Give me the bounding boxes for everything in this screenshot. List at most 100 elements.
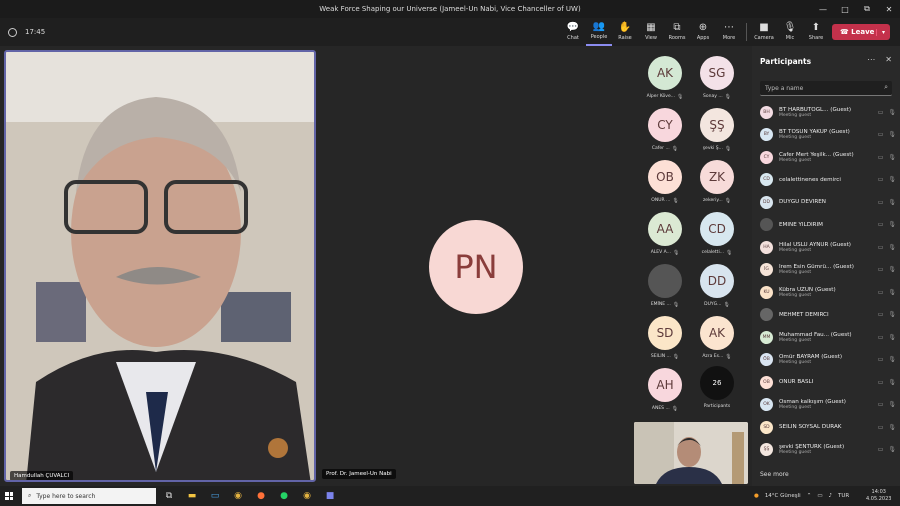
- file-explorer-icon[interactable]: ▬: [183, 488, 201, 504]
- camera-off-icon: ▭: [877, 221, 884, 228]
- shield-icon: [8, 27, 17, 37]
- self-view-video[interactable]: [634, 422, 748, 484]
- search-icon: ⌕: [884, 83, 888, 91]
- toolbar-mic-button[interactable]: 🎙 Mic: [777, 18, 803, 46]
- toolbar-rooms-button[interactable]: ⧉ Rooms: [664, 18, 690, 46]
- toolbar-more-button[interactable]: ⋯ More: [716, 18, 742, 46]
- close-icon[interactable]: ✕: [885, 55, 892, 64]
- participant-label: Cafer ... 🎙: [652, 146, 678, 152]
- participant-role: Meeting guest: [779, 450, 812, 455]
- minimize-button[interactable]: —: [812, 0, 834, 18]
- chrome-icon[interactable]: ◉: [229, 488, 247, 504]
- participant-search-input[interactable]: Type a name ⌕: [760, 81, 892, 96]
- participant-name: SEILIN SOYSAL DURAK: [779, 424, 842, 430]
- participant-tile[interactable]: AH ANES ... 🎙: [642, 368, 688, 418]
- toolbar-label: Chat: [567, 35, 579, 41]
- participant-name: şevki Ş...: [702, 146, 723, 151]
- mic-off-icon: 🎙: [888, 423, 896, 431]
- participant-row[interactable]: BH BT HARBUTOGL... (Guest) Meeting guest ▭ 🎙: [760, 102, 896, 122]
- participant-tile[interactable]: ŞŞ şevki Ş... 🎙: [694, 108, 740, 158]
- participant-name: ALEV A...: [650, 250, 671, 255]
- participant-row[interactable]: CD celalettinenes demirci ▭ 🎙: [760, 170, 896, 190]
- participant-row[interactable]: BY BT TOSUN YAKUP (Guest) Meeting guest ▭ 🎙: [760, 125, 896, 145]
- taskbar-clock[interactable]: 14:03 4.05.2023: [866, 489, 891, 503]
- camera-off-icon: ▭: [877, 243, 884, 251]
- mic-off-icon: 🎙: [677, 94, 684, 100]
- windows-icon: [5, 492, 13, 500]
- avatar: DD: [760, 195, 773, 209]
- weather-text[interactable]: 14°C Güneşli: [765, 493, 801, 499]
- participant-tile[interactable]: DD DUYG... 🎙: [694, 264, 740, 314]
- participant-row[interactable]: HA Hilal USLU AYNUR (Guest) Meeting guest ▭…: [760, 237, 896, 257]
- participant-row[interactable]: DD DUYGU DEVİREN ▭ 🎙: [760, 192, 896, 212]
- participant-name: EMİNE YILDIRIM: [779, 221, 824, 228]
- task-view-icon[interactable]: ⧉: [160, 488, 178, 504]
- more-options-icon[interactable]: ⋯: [867, 55, 875, 64]
- participant-tile[interactable]: AA ALEV A... 🎙: [642, 212, 688, 262]
- participant-row[interactable]: CY Cafer Mert Yeşilk... (Guest) Meeting gu…: [760, 147, 896, 167]
- language-indicator[interactable]: TUR: [838, 493, 849, 499]
- participant-row[interactable]: SD SEILIN SOYSAL DURAK ▭ 🎙: [760, 417, 896, 437]
- participant-tile[interactable]: AK Azra Es... 🎙: [694, 316, 740, 366]
- toolbar-raise-button[interactable]: ✋ Raise: [612, 18, 638, 46]
- participant-row[interactable]: OB ONUR BASLI ▭ 🎙: [760, 372, 896, 392]
- mic-off-icon: 🎙: [671, 146, 679, 152]
- participant-tile[interactable]: EMİNE ... 🎙: [642, 264, 688, 314]
- participant-info: şevki ŞENTÜRK (Guest) Meeting guest: [779, 444, 878, 455]
- self-view-image: [634, 422, 748, 484]
- chrome-icon-2[interactable]: ◉: [298, 488, 316, 504]
- participant-tile[interactable]: OB ONUR ... 🎙: [642, 160, 688, 210]
- chevron-down-icon[interactable]: ▾: [876, 28, 890, 36]
- participant-row[interactable]: ÖB Ömür BAYRAM (Guest) Meeting guest ▭ 🎙: [760, 350, 896, 370]
- avatar: AH: [648, 368, 682, 402]
- maximize-button[interactable]: □: [834, 0, 856, 18]
- toolbar-apps-button[interactable]: ⊕ Apps: [690, 18, 716, 46]
- video-stage: Hamdullah ÇUVALCI PN Prof. Dr. Jameel-Un…: [0, 46, 752, 486]
- toolbar-view-button[interactable]: ▦ View: [638, 18, 664, 46]
- participant-tile[interactable]: AK Alper Köve... 🎙: [642, 56, 688, 106]
- toolbar-share-button[interactable]: ⬆ Share: [803, 18, 829, 46]
- participant-row[interactable]: KU Kübra UZUN (Guest) Meeting guest ▭ 🎙: [760, 282, 896, 302]
- teams-icon[interactable]: ■: [321, 488, 339, 504]
- participant-row[interactable]: EMİNE YILDIRIM ▭ 🎙: [760, 215, 896, 235]
- participant-status-icons: ▭ 🎙: [878, 424, 896, 431]
- participant-row[interactable]: ŞŞ şevki ŞENTÜRK (Guest) Meeting guest ▭ 🎙: [760, 440, 896, 460]
- participant-tile[interactable]: CD celaletti... 🎙: [694, 212, 740, 262]
- leave-button[interactable]: ☎ Leave ▾: [832, 24, 890, 40]
- participant-tile[interactable]: SG Sonay ... 🎙: [694, 56, 740, 106]
- toolbar-chat-button[interactable]: 💬 Chat: [560, 18, 586, 46]
- more-participants-tile[interactable]: 26 Participants: [694, 366, 740, 416]
- restore-button[interactable]: ⧉: [856, 0, 878, 18]
- share-icon: ⬆: [811, 22, 821, 33]
- taskbar-search[interactable]: ⌕ Type here to search: [22, 488, 156, 504]
- chevron-up-icon[interactable]: ⌃: [807, 493, 812, 499]
- timer-text: 17:45: [25, 28, 46, 36]
- close-button[interactable]: ✕: [878, 0, 900, 18]
- firefox-icon[interactable]: ●: [252, 488, 270, 504]
- speaker-video-tile[interactable]: Hamdullah ÇUVALCI: [4, 50, 316, 482]
- start-button[interactable]: [0, 486, 18, 506]
- network-icon[interactable]: ▭: [817, 493, 822, 499]
- toolbar-people-button[interactable]: 👥 People: [586, 18, 612, 46]
- chat-icon: 💬: [566, 22, 580, 33]
- avatar: AK: [648, 56, 682, 90]
- see-more-link[interactable]: See more: [760, 471, 789, 478]
- participant-row[interactable]: MEHMET DEMİRCİ ▭ 🎙: [760, 305, 896, 325]
- mic-off-icon: 🎙: [888, 221, 896, 228]
- participant-status-icons: ▭ 🎙: [878, 266, 896, 273]
- participant-tile[interactable]: CY Cafer ... 🎙: [642, 108, 688, 158]
- whatsapp-icon[interactable]: ●: [275, 488, 293, 504]
- participant-status-icons: ▭ 🎙: [878, 446, 896, 453]
- toolbar-camera-button[interactable]: ■ Camera: [751, 18, 777, 46]
- participant-row[interactable]: İG İrem Esin Gümrü... (Guest) Meeting gues…: [760, 260, 896, 280]
- volume-icon[interactable]: ♪: [829, 493, 833, 499]
- mic-off-icon: 🎙: [672, 354, 680, 360]
- participant-tile[interactable]: SD SEILIN ... 🎙: [642, 316, 688, 366]
- participant-tile[interactable]: ZK zekeriy... 🎙: [694, 160, 740, 210]
- mic-off-icon: 🎙: [724, 198, 732, 204]
- mail-icon[interactable]: ▭: [206, 488, 224, 504]
- participant-row[interactable]: MM Muhammad Fau... (Guest) Meeting guest ▭ 🎙: [760, 327, 896, 347]
- participant-row[interactable]: OK Osman kalkışım (Guest) Meeting guest ▭ 🎙: [760, 395, 896, 415]
- participant-info: Hilal USLU AYNUR (Guest) Meeting guest: [779, 242, 878, 253]
- weather-icon[interactable]: ●: [754, 493, 759, 499]
